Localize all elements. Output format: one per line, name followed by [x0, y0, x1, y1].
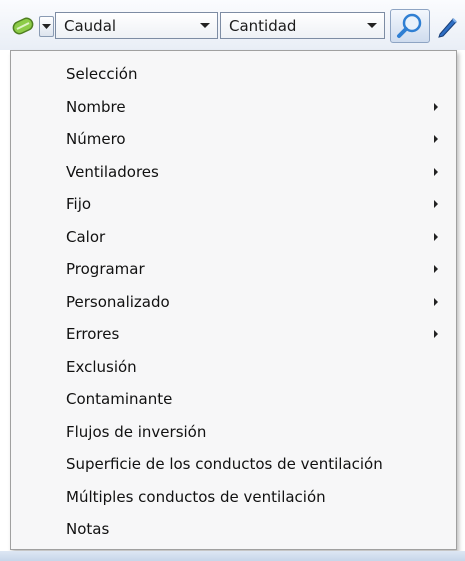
menu-item-label: Notas — [66, 520, 110, 539]
magnifier-icon — [397, 13, 422, 38]
menu-item-label: Ventiladores — [66, 162, 159, 181]
submenu-arrow-icon — [434, 265, 438, 274]
menu-item-label: Flujos de inversión — [66, 422, 207, 441]
submenu-arrow-icon — [434, 330, 438, 339]
submenu-arrow-icon — [434, 102, 438, 111]
pencil-icon[interactable] — [432, 8, 462, 44]
flow-combo-value: Caudal — [64, 16, 117, 35]
menu-item-label: Número — [66, 130, 126, 149]
submenu-arrow-icon — [434, 232, 438, 241]
menu-item[interactable]: Selección — [11, 58, 456, 91]
menu-item[interactable]: Nombre — [11, 91, 456, 124]
menu-item[interactable]: Programar — [11, 253, 456, 286]
menu-item[interactable]: Superficie de los conductos de ventilaci… — [11, 448, 456, 481]
submenu-arrow-icon — [434, 200, 438, 209]
menu-item-label: Nombre — [66, 97, 126, 116]
menu-item-label: Errores — [66, 325, 120, 344]
selection-tool-icon[interactable] — [8, 8, 38, 44]
menu-item-label: Exclusión — [66, 357, 137, 376]
menu-item-label: Programar — [66, 260, 145, 279]
menu-item-label: Selección — [66, 65, 138, 84]
chevron-down-icon[interactable] — [360, 13, 384, 38]
menu-item[interactable]: Flujos de inversión — [11, 416, 456, 449]
menu-item[interactable]: Número — [11, 123, 456, 156]
menu-item[interactable]: Calor — [11, 221, 456, 254]
menu-item-label: Superficie de los conductos de ventilaci… — [66, 455, 383, 474]
menu-item[interactable]: Notas — [11, 513, 456, 546]
search-button[interactable] — [390, 9, 430, 43]
menu-item-label: Múltiples conductos de ventilación — [66, 487, 326, 506]
menu-item-label: Calor — [66, 227, 106, 246]
submenu-arrow-icon — [434, 135, 438, 144]
menu-item[interactable]: Fijo — [11, 188, 456, 221]
window-bottom-strip — [0, 551, 465, 561]
menu-item[interactable]: Personalizado — [11, 286, 456, 319]
menu-item-label: Fijo — [66, 195, 92, 214]
menu-item[interactable]: Múltiples conductos de ventilación — [11, 481, 456, 514]
menu-list: Selección Nombre Número Ventiladores Fijo Cal… — [11, 51, 456, 546]
tool-dropdown-button[interactable] — [39, 16, 54, 37]
context-menu: Selección Nombre Número Ventiladores Fijo Cal… — [10, 50, 457, 550]
toolbar: Caudal Cantidad — [0, 0, 465, 50]
submenu-arrow-icon — [434, 297, 438, 306]
submenu-arrow-icon — [434, 167, 438, 176]
menu-item-label: Personalizado — [66, 292, 170, 311]
quantity-combo-value: Cantidad — [229, 16, 297, 35]
quantity-combo[interactable]: Cantidad — [220, 12, 385, 39]
chevron-down-icon[interactable] — [193, 13, 217, 38]
chevron-down-icon — [42, 23, 51, 29]
menu-item[interactable]: Ventiladores — [11, 156, 456, 189]
menu-item[interactable]: Exclusión — [11, 351, 456, 384]
menu-item[interactable]: Contaminante — [11, 383, 456, 416]
menu-item-label: Contaminante — [66, 390, 173, 409]
flow-combo[interactable]: Caudal — [55, 12, 218, 39]
menu-item[interactable]: Errores — [11, 318, 456, 351]
